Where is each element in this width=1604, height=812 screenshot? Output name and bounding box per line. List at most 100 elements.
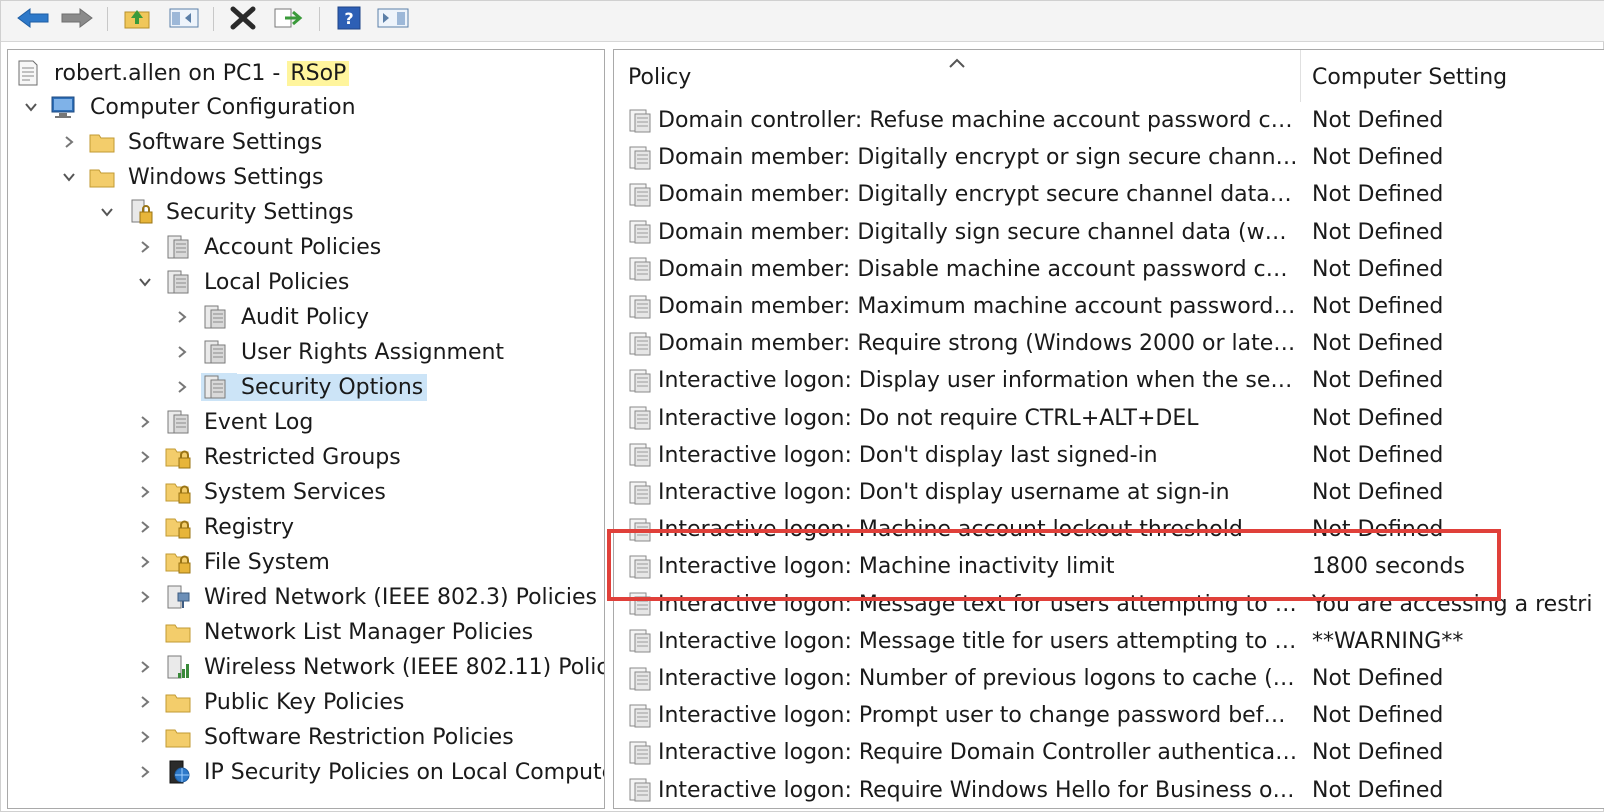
chevron-down-icon[interactable]: [134, 271, 156, 293]
policy-row[interactable]: Domain member: Digitally sign secure cha…: [614, 214, 1604, 251]
policy-row[interactable]: Interactive logon: Require Domain Contro…: [614, 734, 1604, 771]
policy-name: Interactive logon: Don't display last si…: [658, 442, 1158, 468]
policy-row[interactable]: Domain member: Digitally encrypt secure …: [614, 176, 1604, 213]
folder-icon: [88, 163, 116, 191]
chevron-right-icon[interactable]: [134, 411, 156, 433]
security-lock-icon: [126, 198, 154, 226]
tree-root-rsop[interactable]: robert.allen on PC1 - RSoP: [8, 56, 604, 90]
policy-row[interactable]: Interactive logon: Require Windows Hello…: [614, 772, 1604, 808]
chevron-right-icon[interactable]: [134, 516, 156, 538]
tree-item-registry[interactable]: Registry: [8, 510, 604, 544]
policy-setting-icon: [628, 256, 652, 282]
tree-item-windows-settings[interactable]: Windows Settings: [8, 160, 604, 194]
policy-row[interactable]: Interactive logon: Prompt user to change…: [614, 697, 1604, 734]
policy-setting-value: Not Defined: [1312, 405, 1444, 431]
policy-setting-value: Not Defined: [1312, 256, 1444, 282]
folder-icon: [164, 618, 192, 646]
policy-setting-icon: [628, 294, 652, 320]
tree-item-security-settings[interactable]: Security Settings: [8, 195, 604, 229]
policy-row[interactable]: Interactive logon: Machine account locko…: [614, 511, 1604, 548]
tree-item-user-rights-assignment[interactable]: User Rights Assignment: [8, 335, 604, 369]
export-list-icon[interactable]: [271, 3, 305, 33]
column-header-computer-setting[interactable]: Computer Setting: [1312, 50, 1602, 102]
policy-setting-value: Not Defined: [1312, 368, 1444, 394]
tree-item-audit-policy[interactable]: Audit Policy: [8, 300, 604, 334]
tree-item-public-key-policies[interactable]: Public Key Policies: [8, 685, 604, 719]
policy-setting-icon: [628, 442, 652, 468]
policy-row[interactable]: Domain member: Require strong (Windows 2…: [614, 325, 1604, 362]
policy-row[interactable]: Domain member: Digitally encrypt or sign…: [614, 139, 1604, 176]
locked-folder-icon: [164, 443, 192, 471]
policy-row[interactable]: Interactive logon: Do not require CTRL+A…: [614, 400, 1604, 437]
chevron-right-icon[interactable]: [58, 131, 80, 153]
tree-item-restricted-groups[interactable]: Restricted Groups: [8, 440, 604, 474]
tree-item-wired-network-policies[interactable]: Wired Network (IEEE 802.3) Policies: [8, 580, 604, 614]
chevron-right-icon[interactable]: [134, 761, 156, 783]
show-hide-tree-icon[interactable]: [167, 3, 201, 33]
tree-item-ip-security-policies[interactable]: IP Security Policies on Local Computer: [8, 755, 604, 789]
up-folder-icon[interactable]: [121, 3, 153, 33]
show-action-pane-icon[interactable]: [375, 3, 411, 33]
tree-item-local-policies[interactable]: Local Policies: [8, 265, 604, 299]
tree-item-file-system[interactable]: File System: [8, 545, 604, 579]
chevron-down-icon[interactable]: [58, 166, 80, 188]
tree-item-wireless-network-policies[interactable]: Wireless Network (IEEE 802.11) Policies: [8, 650, 604, 684]
policy-setting-icon: [628, 777, 652, 803]
help-icon[interactable]: ?: [333, 3, 365, 33]
tree-item-software-settings[interactable]: Software Settings: [8, 125, 604, 159]
policy-row[interactable]: Interactive logon: Message title for use…: [614, 623, 1604, 660]
tree-item-event-log[interactable]: Event Log: [8, 405, 604, 439]
policy-row[interactable]: Interactive logon: Message text for user…: [614, 586, 1604, 623]
locked-folder-icon: [164, 548, 192, 576]
policy-row[interactable]: Interactive logon: Don't display last si…: [614, 437, 1604, 474]
tree-item-system-services[interactable]: System Services: [8, 475, 604, 509]
tree-item-computer-configuration[interactable]: Computer Configuration: [8, 90, 604, 124]
chevron-right-icon[interactable]: [171, 341, 193, 363]
chevron-right-icon[interactable]: [134, 726, 156, 748]
tree-item-security-options[interactable]: Security Options: [8, 370, 604, 404]
policy-name: Domain member: Maximum machine account p…: [658, 294, 1298, 319]
column-header-policy[interactable]: Policy: [628, 50, 1298, 102]
policy-row[interactable]: Domain member: Disable machine account p…: [614, 251, 1604, 288]
policy-setting-value: Not Defined: [1312, 442, 1444, 468]
policy-row[interactable]: Interactive logon: Number of previous lo…: [614, 660, 1604, 697]
chevron-right-icon[interactable]: [171, 306, 193, 328]
policy-row[interactable]: Interactive logon: Display user informat…: [614, 362, 1604, 399]
policy-row[interactable]: Domain controller: Refuse machine accoun…: [614, 102, 1604, 139]
policy-row[interactable]: Domain member: Maximum machine account p…: [614, 288, 1604, 325]
tree-item-network-list-manager-policies[interactable]: Network List Manager Policies: [8, 615, 604, 649]
ip-security-icon: [164, 758, 192, 786]
policy-setting-value: Not Defined: [1312, 331, 1444, 357]
tree-item-software-restriction-policies[interactable]: Software Restriction Policies: [8, 720, 604, 754]
chevron-right-icon[interactable]: [134, 481, 156, 503]
chevron-down-icon[interactable]: [96, 201, 118, 223]
policy-setting-value: Not Defined: [1312, 145, 1444, 171]
policy-name: Interactive logon: Number of previous lo…: [658, 666, 1298, 691]
policy-setting-icon: [628, 219, 652, 245]
policy-name: Domain member: Digitally encrypt secure …: [658, 182, 1298, 208]
back-icon[interactable]: [15, 3, 51, 33]
policy-name: Interactive logon: Message text for user…: [658, 591, 1298, 617]
policy-row[interactable]: Interactive logon: Machine inactivity li…: [614, 548, 1604, 585]
folder-icon: [164, 723, 192, 751]
chevron-right-icon[interactable]: [134, 236, 156, 258]
wireless-network-icon: [164, 653, 192, 681]
tree-item-account-policies[interactable]: Account Policies: [8, 230, 604, 264]
chevron-down-icon[interactable]: [20, 96, 42, 118]
policy-setting-icon: [628, 368, 652, 394]
policy-setting-value: Not Defined: [1312, 294, 1444, 319]
chevron-right-icon[interactable]: [134, 586, 156, 608]
forward-icon[interactable]: [59, 3, 95, 33]
chevron-right-icon[interactable]: [134, 446, 156, 468]
policy-server-icon: [164, 408, 192, 436]
chevron-right-icon[interactable]: [134, 551, 156, 573]
delete-icon[interactable]: [227, 3, 259, 33]
policy-name: Interactive logon: Machine inactivity li…: [658, 554, 1115, 580]
policy-setting-value: **WARNING**: [1312, 628, 1464, 654]
chevron-right-icon[interactable]: [171, 376, 193, 398]
policy-name: Interactive logon: Machine account locko…: [658, 517, 1243, 543]
policy-row[interactable]: Interactive logon: Don't display usernam…: [614, 474, 1604, 511]
chevron-right-icon[interactable]: [134, 656, 156, 678]
chevron-right-icon[interactable]: [134, 691, 156, 713]
policy-setting-value: Not Defined: [1312, 182, 1444, 208]
